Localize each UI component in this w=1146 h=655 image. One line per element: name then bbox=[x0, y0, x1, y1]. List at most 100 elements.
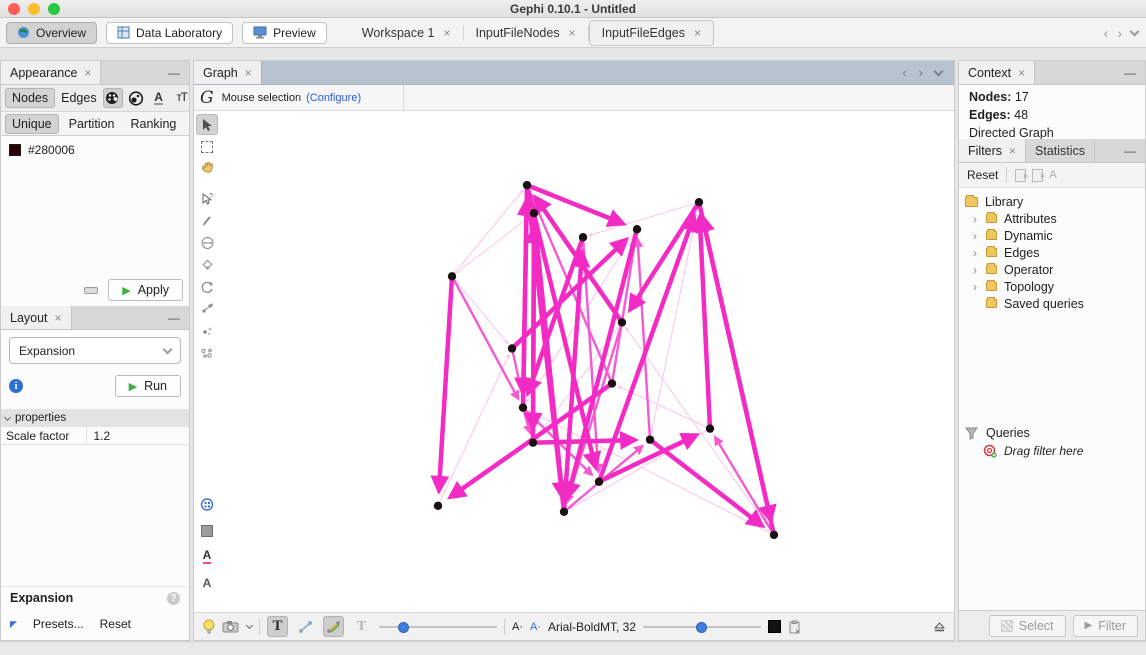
workspace-tab-3-selected[interactable]: InputFileEdges × bbox=[589, 20, 714, 46]
color-palette-icon[interactable] bbox=[103, 88, 123, 108]
tree-item-library[interactable]: Library bbox=[965, 193, 1139, 210]
presets-button[interactable]: Presets... bbox=[33, 617, 84, 631]
lightbulb-icon[interactable] bbox=[203, 619, 215, 635]
size-icon[interactable] bbox=[126, 88, 146, 108]
overview-button[interactable]: Overview bbox=[6, 22, 97, 44]
sizer-tool[interactable] bbox=[196, 232, 218, 253]
select-button[interactable]: Select bbox=[989, 615, 1066, 637]
subtab-ranking[interactable]: Ranking bbox=[124, 115, 182, 133]
tab-layout[interactable]: Layout × bbox=[1, 306, 72, 329]
tree-item-attributes[interactable]: › Attributes bbox=[965, 210, 1139, 227]
tab-statistics[interactable]: Statistics bbox=[1026, 139, 1095, 162]
tab-list-dropdown-icon[interactable] bbox=[934, 66, 944, 76]
center-on-graph-button[interactable] bbox=[196, 494, 218, 515]
tree-item-topology[interactable]: › Topology bbox=[965, 278, 1139, 295]
splitter-icon[interactable] bbox=[84, 287, 98, 294]
reset-layout-button[interactable]: Reset bbox=[100, 617, 131, 631]
increase-font-button[interactable]: A· bbox=[530, 621, 541, 633]
preview-button[interactable]: Preview bbox=[242, 22, 327, 44]
rectangle-selection-tool[interactable] bbox=[196, 136, 218, 157]
show-edges-button[interactable] bbox=[295, 616, 316, 637]
run-button[interactable]: ▶ Run bbox=[115, 375, 181, 397]
help-icon[interactable]: ? bbox=[167, 592, 180, 605]
filter-button[interactable]: ▶ Filter bbox=[1073, 615, 1138, 637]
info-icon[interactable]: i bbox=[9, 379, 23, 393]
close-icon[interactable]: × bbox=[694, 26, 701, 40]
font-label[interactable]: Arial-BoldMT, 32 bbox=[548, 620, 636, 634]
edge-color-mode-button[interactable] bbox=[323, 616, 344, 637]
graph-canvas[interactable]: ? bbox=[194, 111, 954, 612]
direct-selection-tool[interactable] bbox=[196, 114, 218, 135]
expander-icon[interactable]: › bbox=[971, 246, 979, 260]
edit-tool[interactable]: ? bbox=[196, 188, 218, 209]
minimize-panel-icon[interactable]: — bbox=[168, 311, 189, 325]
painter-tool[interactable] bbox=[196, 210, 218, 231]
autorefresh-icon[interactable]: A bbox=[1049, 169, 1056, 181]
heatmap-tool[interactable] bbox=[196, 276, 218, 297]
scroll-right-icon[interactable]: › bbox=[919, 65, 923, 80]
label-size-icon[interactable]: тT bbox=[172, 88, 192, 108]
node-pencil-tool[interactable] bbox=[196, 320, 218, 341]
label-color-icon[interactable]: A bbox=[149, 88, 169, 108]
reset-filters-button[interactable]: Reset bbox=[967, 168, 998, 182]
data-laboratory-button[interactable]: Data Laboratory bbox=[106, 22, 233, 44]
scroll-left-icon[interactable]: ‹ bbox=[1104, 25, 1109, 41]
attributes-settings-icon[interactable] bbox=[788, 620, 802, 634]
label-color-swatch[interactable] bbox=[768, 620, 781, 633]
slider-thumb[interactable] bbox=[398, 622, 409, 633]
background-color-button[interactable] bbox=[196, 520, 218, 541]
close-icon[interactable]: × bbox=[55, 311, 62, 325]
scroll-right-icon[interactable]: › bbox=[1117, 25, 1122, 41]
tab-context[interactable]: Context × bbox=[959, 61, 1035, 84]
drag-filter-target[interactable]: Drag filter here bbox=[965, 442, 1139, 460]
tab-list-dropdown-icon[interactable] bbox=[1130, 26, 1140, 36]
show-node-labels-button[interactable]: T bbox=[267, 616, 288, 637]
expander-icon[interactable]: › bbox=[971, 212, 979, 226]
close-icon[interactable]: × bbox=[245, 66, 252, 80]
screenshot-options-icon[interactable] bbox=[246, 622, 253, 629]
labels-size-button[interactable]: A bbox=[196, 572, 218, 593]
tree-item-dynamic[interactable]: › Dynamic bbox=[965, 227, 1139, 244]
close-icon[interactable]: × bbox=[443, 26, 450, 40]
minimize-panel-icon[interactable]: — bbox=[168, 66, 189, 80]
show-edge-labels-button[interactable]: T bbox=[351, 616, 372, 637]
property-value-input[interactable]: 1.2 bbox=[87, 429, 110, 443]
tab-graph[interactable]: Graph × bbox=[194, 61, 262, 84]
tree-item-operator[interactable]: › Operator bbox=[965, 261, 1139, 278]
layout-algorithm-select[interactable]: Expansion bbox=[9, 337, 181, 364]
shortest-path-tool[interactable] bbox=[196, 342, 218, 363]
scroll-left-icon[interactable]: ‹ bbox=[902, 65, 906, 80]
workspace-tab-2[interactable]: InputFileNodes × bbox=[464, 18, 588, 47]
brush-tool[interactable] bbox=[196, 254, 218, 275]
labels-color-button[interactable]: A bbox=[196, 546, 218, 567]
font-size-slider[interactable] bbox=[643, 620, 761, 634]
export-filtered-icon[interactable] bbox=[1015, 169, 1026, 182]
configure-link[interactable]: (Configure) bbox=[306, 92, 361, 104]
decrease-font-button[interactable]: A· bbox=[512, 621, 523, 633]
subtab-partition[interactable]: Partition bbox=[63, 115, 121, 133]
close-icon[interactable]: × bbox=[569, 26, 576, 40]
close-icon[interactable]: × bbox=[84, 66, 91, 80]
workspace-tab-1[interactable]: Workspace 1 × bbox=[350, 18, 463, 47]
slider-thumb[interactable] bbox=[696, 622, 707, 633]
minimize-panel-icon[interactable]: — bbox=[1124, 144, 1145, 158]
export-workspace-icon[interactable] bbox=[1032, 169, 1043, 182]
tab-appearance[interactable]: Appearance × bbox=[1, 61, 101, 84]
network-graph[interactable] bbox=[194, 111, 954, 612]
expander-icon[interactable]: › bbox=[971, 229, 979, 243]
expander-icon[interactable]: › bbox=[971, 280, 979, 294]
color-swatch[interactable] bbox=[9, 144, 21, 156]
properties-header[interactable]: properties bbox=[1, 409, 189, 427]
subtab-unique[interactable]: Unique bbox=[5, 114, 59, 134]
edge-pencil-tool[interactable] bbox=[196, 298, 218, 319]
tree-item-saved-queries[interactable]: Saved queries bbox=[965, 295, 1139, 312]
close-icon[interactable]: × bbox=[1018, 66, 1025, 80]
tree-item-edges[interactable]: › Edges bbox=[965, 244, 1139, 261]
tab-filters[interactable]: Filters × bbox=[959, 139, 1026, 162]
edges-tab[interactable]: Edges bbox=[55, 89, 102, 107]
expander-icon[interactable]: › bbox=[971, 263, 979, 277]
nodes-tab[interactable]: Nodes bbox=[5, 88, 55, 108]
drag-tool[interactable] bbox=[196, 158, 218, 179]
minimize-panel-icon[interactable]: — bbox=[1124, 66, 1145, 80]
screenshot-camera-icon[interactable] bbox=[222, 620, 240, 633]
